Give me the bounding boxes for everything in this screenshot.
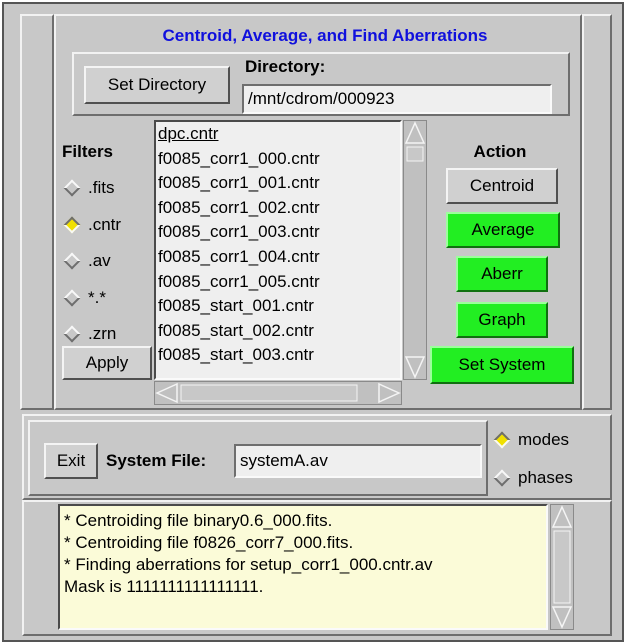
- radio-diamond-icon: [63, 325, 81, 343]
- message-log-vscrollbar[interactable]: [550, 504, 574, 630]
- list-item[interactable]: dpc.cntr: [156, 122, 400, 147]
- scroll-arrows-icon: [551, 505, 573, 629]
- list-item[interactable]: f0085_corr1_003.cntr: [156, 220, 400, 245]
- filter-option-cntr[interactable]: .cntr: [60, 207, 154, 244]
- exit-button[interactable]: Exit: [44, 443, 98, 479]
- aberr-button[interactable]: Aberr: [456, 256, 548, 292]
- filter-option-all[interactable]: *.*: [60, 280, 154, 317]
- radio-diamond-icon: [63, 216, 81, 234]
- radio-diamond-icon: [63, 289, 81, 307]
- list-item[interactable]: f0085_corr1_000.cntr: [156, 147, 400, 172]
- modes-radio[interactable]: modes: [490, 426, 569, 454]
- list-item[interactable]: f0085_corr1_005.cntr: [156, 270, 400, 295]
- system-file-field[interactable]: systemA.av: [234, 444, 482, 478]
- list-item[interactable]: f0085_start_002.cntr: [156, 319, 400, 344]
- action-title: Action: [473, 142, 527, 161]
- scroll-arrows-icon: [404, 121, 426, 379]
- list-item[interactable]: f0085_corr1_002.cntr: [156, 196, 400, 221]
- page-title: Centroid, Average, and Find Aberrations: [162, 26, 488, 45]
- list-item[interactable]: f0085_start_003.cntr: [156, 343, 400, 368]
- list-item[interactable]: f0085_corr1_004.cntr: [156, 245, 400, 270]
- log-line: Mask is 1111111111111111.: [64, 577, 264, 596]
- system-file-label: System File:: [106, 451, 207, 470]
- radio-diamond-icon: [493, 431, 511, 449]
- file-list-vscrollbar[interactable]: [403, 120, 427, 380]
- log-line: * Centroiding file f0826_corr7_000.fits.: [64, 533, 354, 552]
- scroll-arrows-icon: [155, 382, 401, 404]
- apply-button[interactable]: Apply: [62, 346, 152, 380]
- filter-radio-group: .fits .cntr .av *.* .zrn: [60, 170, 154, 353]
- right-strip: [582, 14, 612, 410]
- filter-option-fits[interactable]: .fits: [60, 170, 154, 207]
- radio-diamond-icon: [63, 252, 81, 270]
- directory-label: Directory:: [245, 57, 326, 76]
- set-system-button[interactable]: Set System: [430, 346, 574, 384]
- log-line: * Finding aberrations for setup_corr1_00…: [64, 555, 433, 574]
- radio-diamond-icon: [493, 469, 511, 487]
- left-strip: [20, 14, 54, 410]
- filter-option-av[interactable]: .av: [60, 243, 154, 280]
- phases-radio[interactable]: phases: [490, 464, 573, 492]
- message-log: * Centroiding file binary0.6_000.fits. *…: [58, 504, 548, 630]
- list-item[interactable]: f0085_corr1_001.cntr: [156, 171, 400, 196]
- filters-title: Filters: [62, 142, 114, 161]
- log-line: * Centroiding file binary0.6_000.fits.: [64, 511, 333, 530]
- graph-button[interactable]: Graph: [456, 302, 548, 338]
- average-button[interactable]: Average: [446, 212, 560, 248]
- file-list[interactable]: dpc.cntr f0085_corr1_000.cntr f0085_corr…: [154, 120, 402, 380]
- centroid-button[interactable]: Centroid: [446, 168, 558, 204]
- file-list-hscrollbar[interactable]: [154, 381, 402, 405]
- list-item[interactable]: f0085_start_001.cntr: [156, 294, 400, 319]
- radio-diamond-icon: [63, 179, 81, 197]
- directory-field[interactable]: /mnt/cdrom/000923: [242, 84, 552, 114]
- set-directory-button[interactable]: Set Directory: [84, 66, 230, 104]
